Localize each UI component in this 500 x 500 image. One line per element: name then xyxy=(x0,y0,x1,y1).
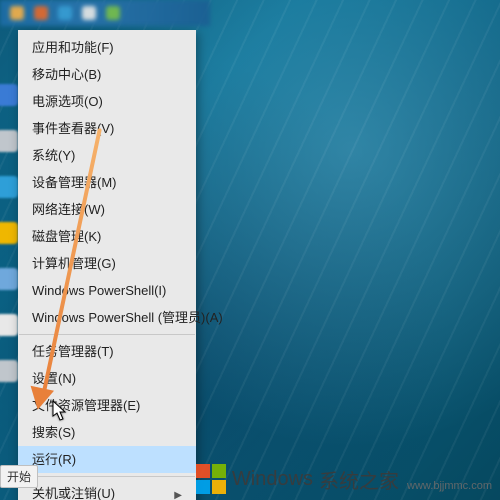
taskbar-icon xyxy=(34,6,48,20)
menu-item-settings[interactable]: 设置(N) xyxy=(18,365,196,392)
desktop-icon[interactable] xyxy=(0,84,18,106)
menu-item-apps-and-features[interactable]: 应用和功能(F) xyxy=(18,34,196,61)
menu-item-powershell[interactable]: Windows PowerShell(I) xyxy=(18,277,196,304)
watermark: Windows 系统之家 www.bjjmmc.com xyxy=(196,464,492,494)
watermark-brand: Windows xyxy=(232,468,313,491)
taskbar-icon xyxy=(106,6,120,20)
desktop-icon[interactable] xyxy=(0,314,18,336)
menu-item-task-manager[interactable]: 任务管理器(T) xyxy=(18,338,196,365)
menu-item-search[interactable]: 搜索(S) xyxy=(18,419,196,446)
menu-item-computer-management[interactable]: 计算机管理(G) xyxy=(18,250,196,277)
menu-item-file-explorer[interactable]: 文件资源管理器(E) xyxy=(18,392,196,419)
menu-item-shutdown-or-signout[interactable]: 关机或注销(U) ▶ xyxy=(18,480,196,500)
watermark-url: www.bjjmmc.com xyxy=(407,480,492,492)
desktop-icon[interactable] xyxy=(0,360,18,382)
menu-separator xyxy=(19,476,195,477)
menu-item-network-connections[interactable]: 网络连接(W) xyxy=(18,196,196,223)
watermark-suffix: 系统之家 xyxy=(319,465,399,494)
desktop-icon[interactable] xyxy=(0,130,18,152)
menu-item-mobility-center[interactable]: 移动中心(B) xyxy=(18,61,196,88)
desktop: 应用和功能(F) 移动中心(B) 电源选项(O) 事件查看器(V) 系统(Y) … xyxy=(0,0,500,500)
menu-item-run[interactable]: 运行(R) xyxy=(18,446,196,473)
menu-item-power-options[interactable]: 电源选项(O) xyxy=(18,88,196,115)
taskbar-icon xyxy=(82,6,96,20)
taskbar-icon xyxy=(10,6,24,20)
winx-context-menu: 应用和功能(F) 移动中心(B) 电源选项(O) 事件查看器(V) 系统(Y) … xyxy=(18,30,196,500)
start-button-tooltip: 开始 xyxy=(0,465,38,488)
menu-item-powershell-admin[interactable]: Windows PowerShell (管理员)(A) xyxy=(18,304,196,331)
windows-logo-icon xyxy=(196,464,226,494)
taskbar-blur xyxy=(0,0,210,26)
submenu-arrow-icon: ▶ xyxy=(174,487,182,500)
taskbar-icon xyxy=(58,6,72,20)
menu-item-device-manager[interactable]: 设备管理器(M) xyxy=(18,169,196,196)
menu-item-label: 关机或注销(U) xyxy=(32,486,115,500)
menu-item-event-viewer[interactable]: 事件查看器(V) xyxy=(18,115,196,142)
desktop-icon[interactable] xyxy=(0,222,18,244)
desktop-icon[interactable] xyxy=(0,268,18,290)
menu-item-disk-management[interactable]: 磁盘管理(K) xyxy=(18,223,196,250)
menu-separator xyxy=(19,334,195,335)
menu-item-system[interactable]: 系统(Y) xyxy=(18,142,196,169)
desktop-icon[interactable] xyxy=(0,176,18,198)
